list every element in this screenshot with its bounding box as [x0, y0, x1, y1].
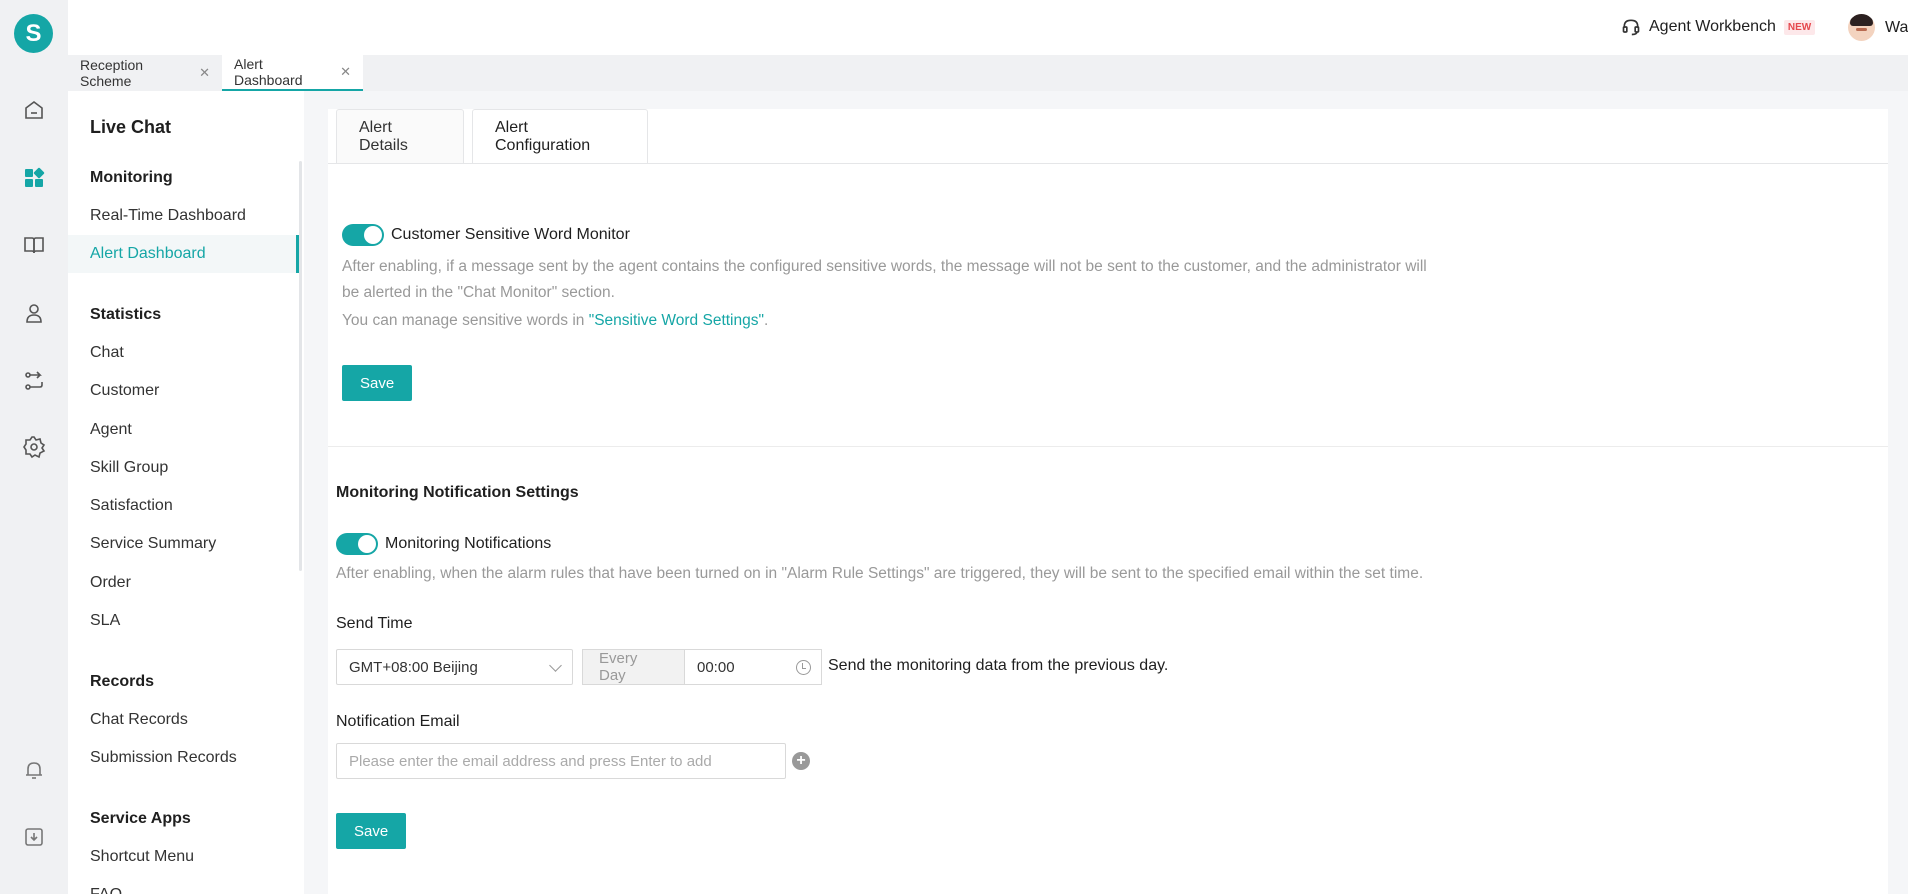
page-tab-alert-dashboard[interactable]: Alert Dashboard ✕ [222, 55, 363, 91]
settings-icon[interactable] [20, 433, 48, 461]
avatar [1848, 14, 1875, 41]
sensitive-word-desc-1: After enabling, if a message sent by the… [342, 258, 1427, 275]
home-icon[interactable] [20, 96, 48, 124]
sidebar: Live Chat Monitoring Real-Time Dashboard… [68, 91, 304, 894]
headset-icon [1622, 19, 1640, 36]
monitoring-notifications-desc: After enabling, when the alarm rules tha… [336, 565, 1424, 582]
save-notification-button[interactable]: Save [336, 813, 407, 849]
send-note: Send the monitoring data from the previo… [828, 657, 1169, 674]
download-icon[interactable] [20, 823, 48, 851]
nav-group-statistics: Statistics [90, 306, 162, 323]
workbench-label: Agent Workbench [1649, 18, 1776, 35]
page-tab-reception-scheme[interactable]: Reception Scheme ✕ [68, 55, 222, 91]
frequency-field: Every Day [582, 649, 685, 685]
agent-icon[interactable] [20, 299, 48, 327]
content-panel: Alert Details Alert Configuration Custom… [328, 109, 1888, 894]
page-tab-label: Alert Dashboard [234, 56, 303, 88]
section-divider [328, 446, 1888, 447]
routing-icon[interactable] [20, 367, 48, 395]
top-header: Agent Workbench NEW Wang ▼ [68, 0, 1908, 55]
sidebar-item-faq[interactable]: FAQ [68, 876, 299, 894]
book-icon[interactable] [20, 231, 48, 259]
sensitive-word-desc-2: be alerted in the "Chat Monitor" section… [342, 284, 615, 301]
sensitive-word-manage-line: You can manage sensitive words in "Sensi… [342, 308, 768, 334]
tab-divider [328, 163, 1888, 164]
page-tab-bar: Reception Scheme ✕ Alert Dashboard ✕ [68, 55, 1908, 91]
agent-workbench-link[interactable]: Agent Workbench NEW [1621, 17, 1816, 37]
user-menu[interactable]: Wang ▼ [1848, 14, 1908, 41]
sidebar-title: Live Chat [90, 117, 172, 137]
left-rail: S [0, 0, 68, 894]
app-logo[interactable]: S [14, 14, 53, 53]
notification-email-label: Notification Email [336, 713, 460, 730]
sidebar-item-sla[interactable]: SLA [68, 602, 299, 640]
sidebar-item-service-summary[interactable]: Service Summary [68, 525, 299, 563]
manage-prefix: You can manage sensitive words in [342, 312, 589, 329]
page-tab-label: Reception Scheme [80, 57, 144, 89]
apps-icon[interactable] [20, 164, 48, 192]
sidebar-item-agent[interactable]: Agent [68, 411, 299, 449]
user-name: Wang [1885, 18, 1908, 36]
sidebar-item-chat[interactable]: Chat [68, 334, 299, 372]
manage-suffix: . [764, 312, 769, 329]
email-input[interactable] [336, 743, 786, 779]
sidebar-item-submission-records[interactable]: Submission Records [68, 739, 299, 777]
time-value: 00:00 [697, 658, 735, 676]
monitoring-notifications-label: Monitoring Notifications [385, 535, 552, 552]
nav-group-monitoring: Monitoring [90, 169, 173, 186]
logo-letter: S [25, 19, 42, 47]
notification-section-title: Monitoring Notification Settings [336, 484, 579, 501]
add-email-icon[interactable]: + [792, 752, 810, 770]
sidebar-item-satisfaction[interactable]: Satisfaction [68, 487, 299, 525]
nav-group-service-apps: Service Apps [90, 810, 191, 827]
sensitive-word-toggle[interactable] [342, 224, 384, 246]
sidebar-item-chat-records[interactable]: Chat Records [68, 701, 299, 739]
sidebar-item-real-time-dashboard[interactable]: Real-Time Dashboard [68, 197, 299, 235]
sidebar-item-customer[interactable]: Customer [68, 372, 299, 410]
chevron-down-icon [549, 659, 562, 672]
close-icon[interactable]: ✕ [199, 65, 210, 81]
sensitive-word-settings-link[interactable]: "Sensitive Word Settings" [589, 312, 764, 329]
sidebar-item-order[interactable]: Order [68, 564, 299, 602]
clock-icon [796, 660, 811, 675]
nav-group-records: Records [90, 673, 155, 690]
timezone-select[interactable]: GMT+08:00 Beijing [336, 649, 573, 685]
sidebar-scrollbar[interactable] [299, 161, 302, 571]
sidebar-item-alert-dashboard[interactable]: Alert Dashboard [68, 235, 299, 273]
time-picker[interactable]: 00:00 [684, 649, 822, 685]
sidebar-item-skill-group[interactable]: Skill Group [68, 449, 299, 487]
save-button[interactable]: Save [342, 365, 413, 401]
close-icon[interactable]: ✕ [340, 64, 351, 80]
main-content: Alert Details Alert Configuration Custom… [304, 91, 1908, 894]
send-time-label: Send Time [336, 615, 413, 632]
tab-alert-configuration[interactable]: Alert Configuration [472, 109, 648, 163]
bell-icon[interactable] [20, 756, 48, 784]
sensitive-word-label: Customer Sensitive Word Monitor [391, 226, 630, 243]
tab-alert-details[interactable]: Alert Details [336, 109, 464, 163]
new-badge: NEW [1783, 19, 1816, 35]
sidebar-item-shortcut-menu[interactable]: Shortcut Menu [68, 838, 299, 876]
timezone-value: GMT+08:00 Beijing [349, 658, 478, 676]
monitoring-notifications-toggle[interactable] [336, 533, 378, 555]
